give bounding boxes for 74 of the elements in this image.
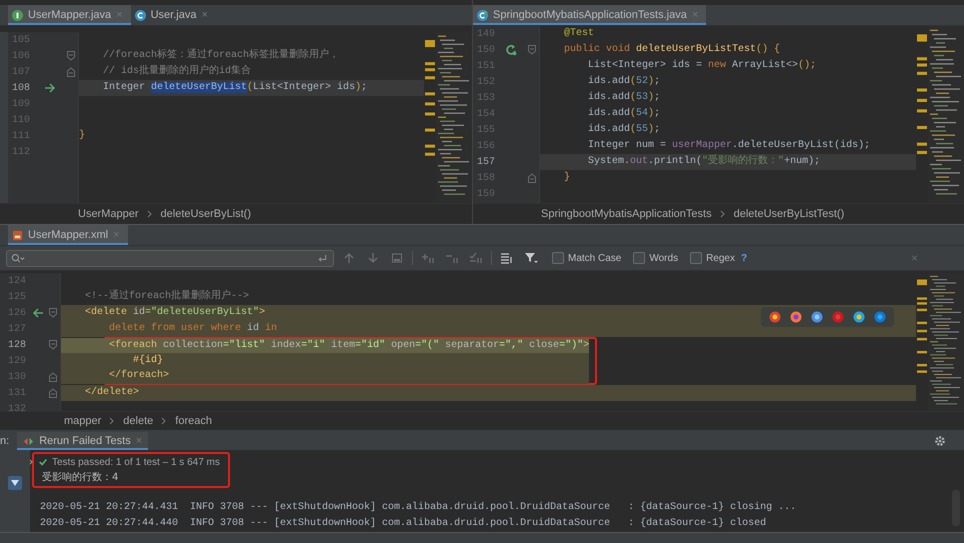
breadcrumb[interactable]: UserMapper	[78, 208, 139, 220]
line-number: 157	[476, 156, 496, 168]
run-icon[interactable]	[505, 44, 517, 56]
test-status: Tests passed: 1 of 1 test – 1 s 647 ms	[52, 456, 220, 468]
log-line: 2020-05-21 20:27:44.440 INFO 3708 --- [extShutdownHook] com.alibaba.druid.pool.DruidDataSource : {dataSource-1} closed	[39, 516, 768, 531]
option-checkbox[interactable]: Words	[633, 252, 678, 264]
fold-icon[interactable]	[49, 388, 57, 398]
editor-tab[interactable]: UserMapper.xml ×	[8, 225, 128, 245]
code-line: }	[563, 170, 572, 185]
filter-icon[interactable]	[524, 252, 538, 264]
code-line: @Test	[563, 26, 596, 41]
arrow-down-icon[interactable]	[366, 252, 380, 264]
plus-icon[interactable]	[421, 252, 435, 264]
code-line: // ids批量删除的用户的id集合	[102, 64, 252, 79]
chevron-icon	[146, 210, 153, 218]
interface-icon	[12, 10, 23, 20]
window-icon[interactable]	[390, 252, 404, 264]
breadcrumb[interactable]: delete	[123, 415, 154, 427]
code-line: Integer num = userMapper.deleteUserByList(ids);	[587, 138, 872, 153]
breadcrumb[interactable]: deleteUserByListTest()	[734, 208, 844, 220]
run-tab[interactable]: Rerun Failed Tests ×	[17, 432, 148, 450]
breadcrumb[interactable]: mapper	[64, 415, 102, 427]
option-checkbox[interactable]: Regex	[690, 252, 735, 264]
rerun-icon	[23, 436, 34, 446]
class-icon	[134, 10, 146, 20]
arrow-right-icon[interactable]	[44, 82, 56, 94]
checklist-icon[interactable]	[469, 252, 483, 264]
fold-icon[interactable]	[49, 340, 57, 350]
code-line: ids.add(53);	[587, 90, 662, 105]
test-class-icon	[477, 10, 488, 20]
fold-icon[interactable]	[528, 45, 536, 55]
code-line: ids.add(54);	[587, 106, 662, 121]
lines-icon[interactable]	[500, 252, 514, 264]
chevron-icon	[109, 417, 116, 425]
log-line: 2020-05-21 20:27:44.431 INFO 3708 --- [extShutdownHook] com.alibaba.druid.pool.DruidDataSource : {dataSource-1} closing ...	[39, 500, 798, 515]
fold-icon[interactable]	[67, 67, 75, 77]
option-checkbox[interactable]: Match Case	[552, 252, 622, 264]
browser-icon[interactable]	[811, 311, 823, 323]
code-line: <!--通过foreach批量删除用户-->	[84, 289, 250, 304]
arrow-left-icon[interactable]	[32, 307, 44, 319]
browser-icon[interactable]	[769, 311, 781, 323]
code-line: List<Integer> ids = new ArrayList<>();	[587, 58, 818, 73]
fold-icon[interactable]	[528, 173, 536, 183]
browser-icon[interactable]	[874, 311, 886, 323]
filter-icon[interactable]	[8, 476, 22, 490]
code-line: public void deleteUserByListTest() {	[563, 42, 782, 57]
settings-icon[interactable]	[934, 435, 946, 447]
check-icon	[38, 457, 48, 467]
breadcrumb[interactable]: foreach	[175, 415, 212, 427]
console-output: 受影响的行数：4	[41, 470, 120, 485]
browser-icon[interactable]	[790, 311, 802, 323]
xml-file-icon	[12, 230, 23, 240]
line-number: 108	[11, 82, 32, 94]
code-line: //foreach标签：通过foreach标签批量删除用户，	[102, 48, 340, 63]
code-line: ids.add(55);	[587, 122, 662, 137]
help-link[interactable]: ?	[740, 252, 748, 264]
breadcrumb[interactable]: deleteUserByList()	[160, 208, 252, 220]
browser-icon[interactable]	[853, 311, 865, 323]
chevron-icon	[720, 210, 726, 218]
editor-tab[interactable]: UserMapper.java ×	[8, 5, 131, 25]
breadcrumb[interactable]: SpringbootMybatisApplicationTests	[541, 208, 712, 220]
panel-label: n:	[0, 435, 10, 447]
fold-icon[interactable]	[49, 308, 57, 318]
code-line: }	[79, 128, 86, 143]
search-field[interactable]	[6, 250, 334, 266]
line-number: 128	[7, 340, 28, 350]
search-icon	[11, 252, 25, 264]
fold-icon[interactable]	[67, 51, 75, 61]
arrow-up-icon[interactable]	[342, 252, 356, 264]
editor-tab[interactable]: SpringbootMybatisApplicationTests.java ×	[473, 5, 706, 25]
fold-icon[interactable]	[49, 372, 57, 382]
editor-tab[interactable]: User.java ×	[130, 5, 216, 25]
chevron-icon	[161, 417, 168, 425]
code-line: ids.add(52);	[587, 74, 662, 89]
